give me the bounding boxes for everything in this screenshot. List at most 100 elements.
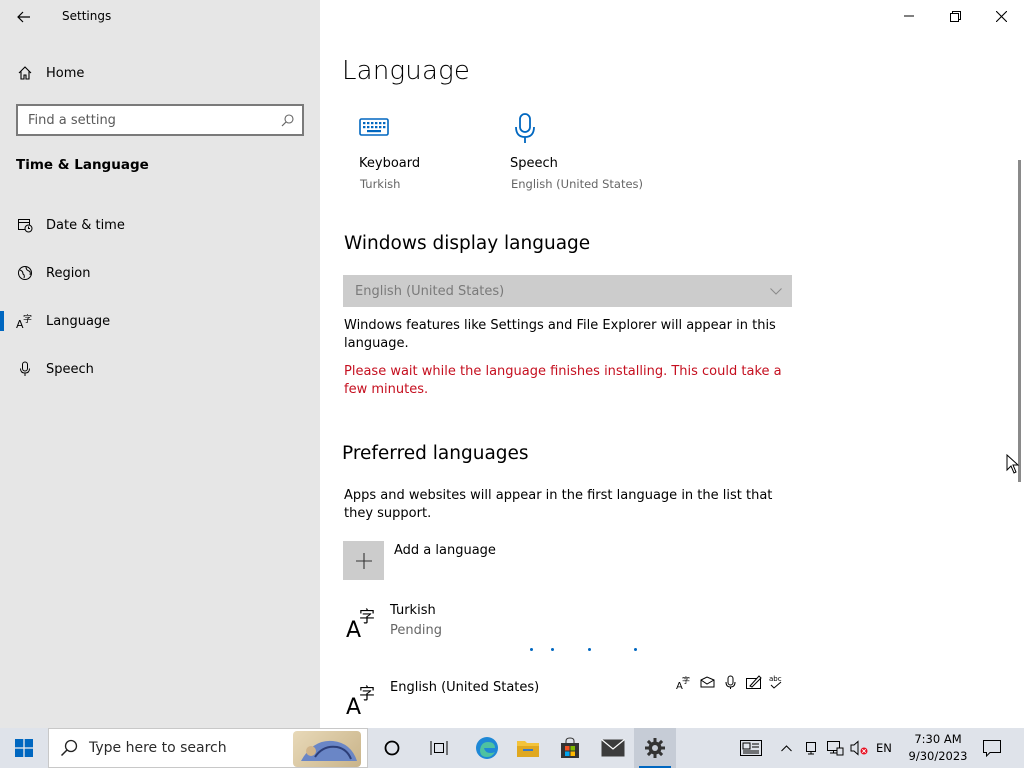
svg-text:abc: abc (769, 675, 782, 683)
page-title: Language (342, 56, 471, 86)
sidebar-item-region[interactable]: Region (0, 253, 320, 293)
app-title: Settings (62, 9, 112, 23)
edge-icon (476, 737, 498, 759)
taskbar-search-placeholder: Type here to search (89, 740, 227, 756)
main-content: Language Keyboard Turkish Speech English… (320, 0, 1024, 728)
device-icon (806, 742, 816, 755)
news-widget-button[interactable] (736, 728, 766, 768)
gear-icon (645, 738, 665, 758)
sidebar-item-speech[interactable]: Speech (0, 349, 320, 389)
restore-icon (949, 10, 961, 22)
language-status: Pending (390, 623, 442, 638)
clock[interactable]: 7:30 AM 9/30/2023 (906, 731, 970, 765)
show-hidden-icons-button[interactable] (777, 728, 795, 768)
sidebar-item-label: Speech (46, 361, 94, 377)
search-icon (49, 739, 89, 757)
taskbar-app-settings[interactable] (634, 728, 676, 768)
search-placeholder: Find a setting (28, 112, 116, 128)
mouse-cursor-icon (1006, 454, 1020, 474)
section-title: Time & Language (16, 157, 149, 173)
input-language-indicator[interactable]: EN (876, 741, 892, 755)
back-button[interactable] (12, 6, 36, 28)
volume-muted-icon (850, 740, 868, 756)
back-arrow-icon (17, 11, 30, 23)
language-icon: A字 (0, 313, 46, 329)
display-language-dropdown[interactable]: English (United States) (343, 275, 792, 307)
microphone-icon (0, 361, 46, 377)
close-icon (995, 10, 1007, 22)
device-tray-button[interactable] (801, 728, 821, 768)
minimize-button[interactable] (886, 0, 932, 32)
speech-tile[interactable]: Speech English (United States) (510, 112, 650, 192)
chevron-up-icon (780, 744, 792, 751)
restore-button[interactable] (932, 0, 978, 32)
sidebar-item-label: Language (46, 313, 111, 329)
language-name: English (United States) (390, 680, 540, 695)
keyboard-icon (359, 118, 389, 136)
sidebar-item-label: Date & time (46, 217, 125, 233)
language-glyph-icon: A 字 (346, 684, 375, 716)
language-item-turkish[interactable]: A 字 Turkish Pending (344, 601, 794, 661)
sidebar-item-date-time[interactable]: Date & time (0, 205, 320, 245)
language-name: Turkish (390, 603, 436, 618)
microphone-icon (515, 113, 535, 143)
sidebar: Settings Home Find a setting Time & Lang… (0, 0, 320, 728)
notification-icon (983, 739, 1001, 757)
cortana-button[interactable] (370, 728, 414, 768)
clock-date: 9/30/2023 (908, 749, 968, 763)
keyboard-tile[interactable]: Keyboard Turkish (359, 112, 499, 192)
svg-text:字: 字 (23, 313, 32, 325)
chevron-down-icon (770, 287, 782, 295)
taskbar-app-edge[interactable] (464, 728, 510, 768)
text-to-speech-feature-icon (699, 674, 716, 691)
globe-icon (0, 265, 46, 281)
tile-subtitle: Turkish (360, 177, 401, 191)
close-button[interactable] (978, 0, 1024, 32)
home-icon (0, 65, 46, 81)
svg-text:字: 字 (682, 675, 690, 685)
search-input[interactable]: Find a setting (16, 104, 304, 136)
network-button[interactable] (824, 728, 846, 768)
scrollbar[interactable] (1018, 160, 1021, 482)
language-features: A字 abc (676, 674, 785, 692)
task-view-icon (430, 741, 448, 755)
preferred-languages-description: Apps and websites will appear in the fir… (344, 488, 773, 521)
add-language-label: Add a language (394, 543, 496, 558)
taskbar-search-box[interactable]: Type here to search (48, 728, 368, 768)
sidebar-item-home[interactable]: Home (0, 53, 320, 93)
install-warning: Please wait while the language finishes … (344, 364, 782, 397)
tile-name: Keyboard (359, 156, 421, 171)
plus-icon (343, 541, 384, 580)
taskbar-app-store[interactable] (550, 728, 590, 768)
network-icon (827, 741, 844, 756)
svg-text:字: 字 (359, 684, 375, 703)
news-icon (740, 740, 762, 756)
folder-icon (517, 741, 539, 757)
microphone-feature-icon (722, 674, 739, 691)
windows-logo-icon (15, 739, 33, 757)
action-center-button[interactable] (976, 728, 1008, 768)
taskbar-app-file-explorer[interactable] (510, 728, 546, 768)
store-bag-icon (561, 737, 579, 758)
start-button[interactable] (0, 728, 48, 768)
taskbar-app-mail[interactable] (592, 728, 634, 768)
minimize-icon (904, 15, 914, 17)
preferred-languages-heading: Preferred languages (342, 443, 529, 464)
cortana-circle-icon (384, 740, 400, 756)
language-glyph-icon: A 字 (346, 607, 375, 639)
settings-window: Settings Home Find a setting Time & Lang… (0, 0, 1024, 728)
calendar-clock-icon (0, 217, 46, 233)
taskbar: Type here to search EN 7:30 AM 9/30/2023 (0, 728, 1024, 768)
svg-text:字: 字 (359, 607, 375, 626)
sidebar-item-label: Region (46, 265, 91, 281)
search-highlight-image (293, 731, 361, 767)
dropdown-value: English (United States) (355, 283, 505, 299)
clock-time: 7:30 AM (914, 732, 962, 746)
task-view-button[interactable] (417, 728, 461, 768)
add-language-button[interactable]: Add a language (343, 541, 643, 581)
search-icon (281, 113, 294, 126)
display-language-feature-icon: A字 (676, 674, 693, 692)
volume-button[interactable] (848, 728, 870, 768)
sidebar-item-language[interactable]: A字 Language (0, 301, 320, 341)
display-language-description: Windows features like Settings and File … (344, 318, 776, 351)
